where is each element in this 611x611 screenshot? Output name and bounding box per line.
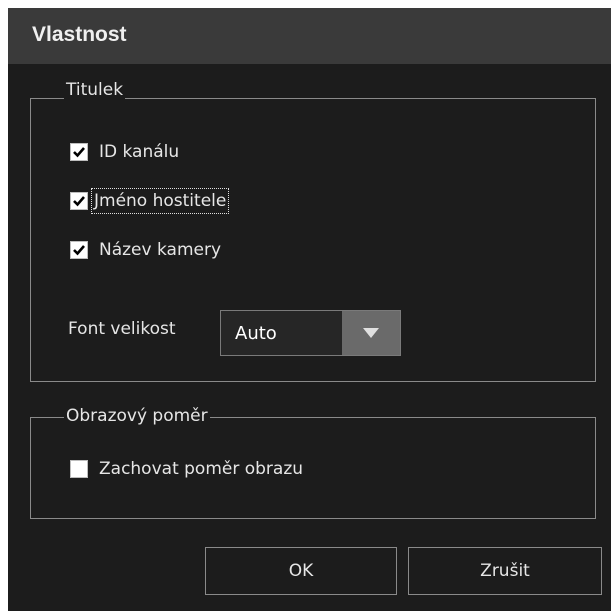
hostname-checkbox[interactable] [70, 192, 88, 210]
titulek-legend: Titulek [64, 80, 126, 100]
checkbox-row-hostname[interactable]: Jméno hostitele [70, 188, 230, 214]
dialog-titlebar[interactable]: Vlastnost [8, 8, 611, 64]
keep-aspect-label: Zachovat poměr obrazu [99, 459, 304, 479]
hostname-label: Jméno hostitele [91, 188, 230, 214]
cancel-button[interactable]: Zrušit [408, 547, 602, 595]
checkmark-icon [73, 147, 85, 158]
properties-dialog: Vlastnost Titulek ID kanálu Jméno hostit… [8, 8, 611, 611]
aspect-ratio-legend: Obrazový poměr [64, 406, 210, 426]
font-size-label: Font velikost [68, 319, 176, 339]
dropdown-button[interactable] [342, 311, 400, 355]
keep-aspect-checkbox[interactable] [70, 460, 88, 478]
dialog-title: Vlastnost [32, 23, 127, 46]
checkbox-row-channel-id[interactable]: ID kanálu [70, 139, 182, 165]
chevron-down-icon [363, 328, 379, 338]
camera-name-checkbox[interactable] [70, 241, 88, 259]
checkbox-row-camera-name[interactable]: Název kamery [70, 237, 224, 263]
checkmark-icon [73, 245, 85, 256]
ok-button[interactable]: OK [205, 547, 397, 595]
channel-id-label: ID kanálu [99, 142, 180, 162]
font-size-select[interactable]: Auto [220, 310, 401, 356]
checkmark-icon [73, 196, 85, 207]
channel-id-checkbox[interactable] [70, 143, 88, 161]
camera-name-label: Název kamery [99, 240, 222, 260]
font-size-value: Auto [235, 323, 277, 344]
checkbox-row-keep-aspect[interactable]: Zachovat poměr obrazu [70, 456, 306, 482]
